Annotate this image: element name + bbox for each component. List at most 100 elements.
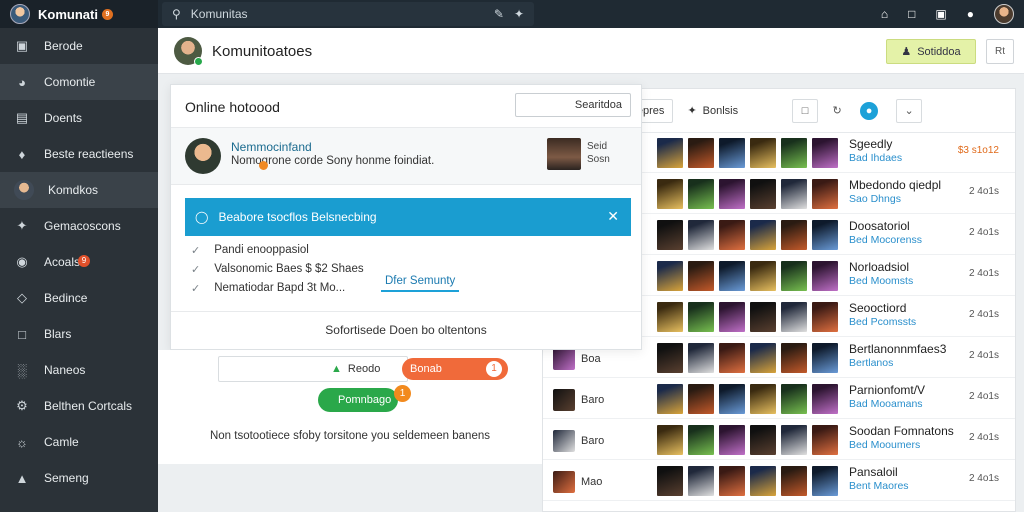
sidebar-item-cortcals[interactable]: ⚙ Belthen Cortcals — [0, 388, 158, 424]
row-title[interactable]: Mbedondo qiedpl — [849, 178, 941, 192]
row-subtitle[interactable]: Bertlanos — [849, 357, 893, 369]
game-thumbnail[interactable] — [812, 179, 838, 209]
game-thumbnail[interactable] — [781, 425, 807, 455]
game-thumbnail[interactable] — [657, 138, 683, 168]
sidebar-item-naneos[interactable]: ░ Naneos — [0, 352, 158, 388]
sidebar-item-semeng[interactable]: ▲ Semeng — [0, 460, 158, 496]
shield-icon[interactable]: ● — [967, 7, 974, 21]
game-thumbnail[interactable] — [657, 302, 683, 332]
refresh-icon[interactable]: ↻ — [824, 99, 850, 123]
home-icon[interactable]: ⌂ — [881, 7, 888, 21]
game-thumbnail[interactable] — [750, 138, 776, 168]
game-thumbnail[interactable] — [781, 220, 807, 250]
game-thumbnail[interactable] — [781, 261, 807, 291]
game-thumbnail[interactable] — [812, 384, 838, 414]
game-thumbnail[interactable] — [688, 302, 714, 332]
grid-tools-button[interactable]: ✦ Bonlsis — [679, 98, 747, 123]
sidebar-item-comontie[interactable]: ◕ Comontie — [0, 64, 158, 100]
sidebar-item-camle[interactable]: ☼ Camle — [0, 424, 158, 460]
game-thumbnail[interactable] — [750, 343, 776, 373]
primary-action-button[interactable]: ♟ Sotiddoa — [886, 39, 976, 64]
row-title[interactable]: Seooctiord — [849, 301, 906, 315]
user-name[interactable]: Nemmocinfand — [231, 140, 312, 154]
sidebar-item-reactieens[interactable]: ♦ Beste reactieens — [0, 136, 158, 172]
game-thumbnail[interactable] — [719, 425, 745, 455]
row-title[interactable]: Parnionfomt/V — [849, 383, 925, 397]
row-title[interactable]: Bertlanonnmfaes3 — [849, 342, 946, 356]
window-icon[interactable]: □ — [908, 7, 915, 21]
sidebar-item-bedince[interactable]: ◇ Bedince — [0, 280, 158, 316]
row-subtitle[interactable]: Bed Moomsts — [849, 275, 913, 287]
game-thumbnail[interactable] — [657, 384, 683, 414]
game-thumbnail[interactable] — [812, 466, 838, 496]
game-thumbnail[interactable] — [750, 384, 776, 414]
game-thumbnail[interactable] — [688, 138, 714, 168]
sidebar-item-berode[interactable]: ▣ Berode — [0, 28, 158, 64]
user-avatar[interactable] — [994, 4, 1014, 24]
game-thumbnail[interactable] — [657, 179, 683, 209]
row-title[interactable]: Sgeedly — [849, 137, 892, 151]
game-thumbnail[interactable] — [657, 343, 683, 373]
game-thumbnail[interactable] — [688, 343, 714, 373]
game-thumbnail[interactable] — [688, 425, 714, 455]
game-thumbnail[interactable] — [719, 302, 745, 332]
user-portrait[interactable] — [547, 138, 581, 170]
game-thumbnail[interactable] — [688, 384, 714, 414]
game-thumbnail[interactable] — [812, 220, 838, 250]
game-thumbnail[interactable] — [781, 466, 807, 496]
row-title[interactable]: Norloadsiol — [849, 260, 909, 274]
row-title[interactable]: Pansaloil — [849, 465, 898, 479]
game-thumbnail[interactable] — [688, 220, 714, 250]
row-subtitle[interactable]: Bad Ihdaes — [849, 152, 902, 164]
game-thumbnail[interactable] — [812, 261, 838, 291]
info-icon[interactable]: ● — [860, 101, 879, 120]
row-lead-thumbnail[interactable] — [553, 430, 575, 452]
game-thumbnail[interactable] — [688, 179, 714, 209]
row-title[interactable]: Doosatoriol — [849, 219, 910, 233]
game-thumbnail[interactable] — [750, 425, 776, 455]
user-row-avatar[interactable] — [185, 138, 221, 174]
row-lead-thumbnail[interactable] — [553, 471, 575, 493]
card-search-button[interactable]: Searitdoa — [515, 93, 631, 117]
user-row[interactable]: Nemmocinfand Nomogrone corde Sony honme … — [171, 127, 641, 185]
game-thumbnail[interactable] — [781, 343, 807, 373]
info-banner[interactable]: ◯ Beabore tsocflos Belsnecbing ✕ — [185, 198, 631, 236]
row-subtitle[interactable]: Bed Mocorenss — [849, 234, 922, 246]
pin-icon[interactable]: ✦ — [514, 7, 524, 21]
row-subtitle[interactable]: Sao Dhngs — [849, 193, 901, 205]
sidebar-item-acoals[interactable]: ◉ Acoals 9 — [0, 244, 158, 280]
row-lead-thumbnail[interactable] — [553, 348, 575, 370]
settings-button[interactable]: Rt — [986, 39, 1014, 64]
game-thumbnail[interactable] — [812, 302, 838, 332]
game-thumbnail[interactable] — [719, 384, 745, 414]
sidebar-item-gemacoscons[interactable]: ✦ Gemacoscons — [0, 208, 158, 244]
brand[interactable]: Komunati 9 — [0, 0, 158, 28]
search-bar[interactable]: ⚲ ✎ ✦ — [162, 2, 534, 26]
game-thumbnail[interactable] — [657, 261, 683, 291]
calendar-icon[interactable]: ▣ — [935, 7, 946, 21]
game-thumbnail[interactable] — [812, 425, 838, 455]
table-row[interactable]: Mao Pansaloil Bent Maores 2 4o1s — [543, 461, 1015, 501]
table-row[interactable]: Baro Soodan Fomnatons Bed Mooumers 2 4o1s — [543, 420, 1015, 460]
row-title[interactable]: Soodan Fomnatons — [849, 424, 954, 438]
game-thumbnail[interactable] — [750, 220, 776, 250]
sidebar-item-blars[interactable]: □ Blars — [0, 316, 158, 352]
row-lead-thumbnail[interactable] — [553, 389, 575, 411]
game-thumbnail[interactable] — [719, 179, 745, 209]
game-thumbnail[interactable] — [781, 179, 807, 209]
game-thumbnail[interactable] — [812, 138, 838, 168]
game-thumbnail[interactable] — [719, 466, 745, 496]
game-thumbnail[interactable] — [781, 302, 807, 332]
game-thumbnail[interactable] — [781, 384, 807, 414]
join-community-link[interactable]: Dfer Semunty — [381, 275, 460, 292]
game-thumbnail[interactable] — [719, 220, 745, 250]
table-row[interactable]: Baro Parnionfomt/V Bad Mooamans 2 4o1s — [543, 379, 1015, 419]
row-subtitle[interactable]: Bent Maores — [849, 480, 909, 492]
game-thumbnail[interactable] — [719, 138, 745, 168]
sidebar-item-komdkos[interactable]: Komdkos — [0, 172, 158, 208]
game-thumbnail[interactable] — [812, 343, 838, 373]
close-icon[interactable]: ✕ — [607, 208, 619, 225]
game-thumbnail[interactable] — [781, 138, 807, 168]
game-thumbnail[interactable] — [688, 261, 714, 291]
row-subtitle[interactable]: Bad Mooamans — [849, 398, 923, 410]
